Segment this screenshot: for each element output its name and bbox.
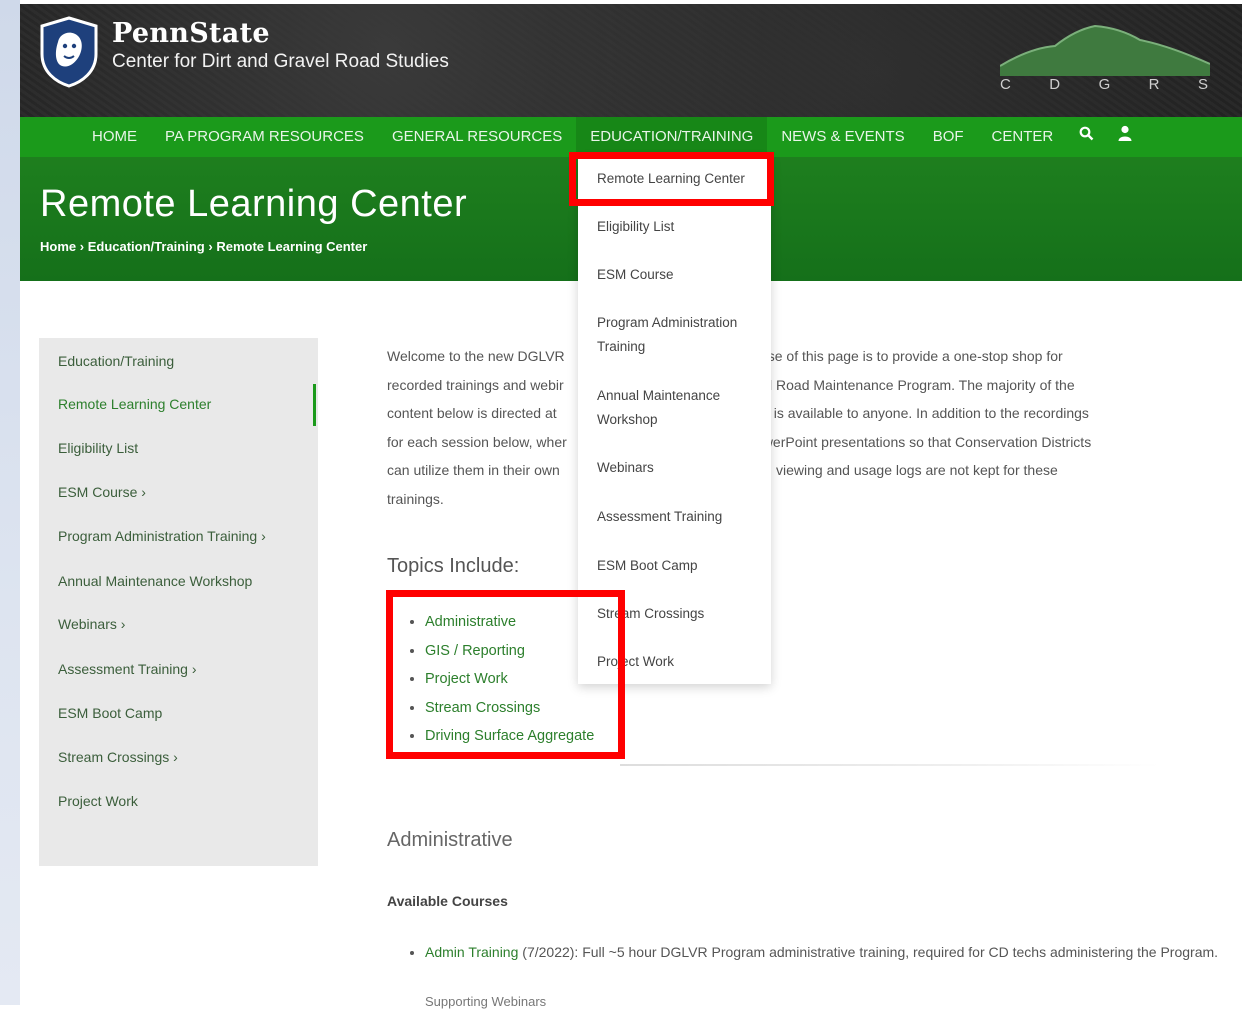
breadcrumb-home[interactable]: Home	[40, 239, 76, 254]
site-header: PennState Center for Dirt and Gravel Roa…	[20, 4, 1242, 117]
intro-line: can utilize them in their own t for now,…	[387, 462, 1058, 478]
intro-line: for each session below, wher the PowerPo…	[387, 433, 1092, 450]
dropdown-item-esm-boot-camp[interactable]: ESM Boot Camp	[597, 554, 698, 578]
dropdown-item-assessment-training[interactable]: Assessment Training	[597, 505, 722, 529]
breadcrumb-separator: ›	[79, 239, 85, 254]
intro-paragraph: Welcome to the new DGLVR e propose of th…	[387, 342, 1187, 513]
page-title: Remote Learning Center	[40, 183, 468, 225]
brand-name: PennState	[112, 18, 270, 49]
sidebar-item-education-training[interactable]: Education/Training	[58, 353, 174, 369]
highlight-box-remote-learning-center	[569, 152, 774, 206]
sidebar-item-eligibility-list[interactable]: Eligibility List	[58, 440, 138, 456]
cdgrs-letter: S	[1197, 76, 1210, 93]
nav-pa-program-resources[interactable]: PA PROGRAM RESOURCES	[151, 117, 378, 157]
cdgrs-letter: C	[1000, 76, 1013, 93]
sidebar-item-esm-boot-camp[interactable]: ESM Boot Camp	[58, 705, 162, 721]
sidebar-active-indicator	[313, 384, 316, 426]
supporting-webinars-text: Supporting Webinars	[425, 994, 547, 1009]
cdgrs-letter: R	[1148, 76, 1162, 93]
sidebar-item-annual-maintenance-workshop[interactable]: Annual Maintenance Workshop	[58, 573, 252, 589]
breadcrumb-education-training[interactable]: Education/Training	[88, 239, 205, 254]
breadcrumb-current: Remote Learning Center	[216, 239, 368, 254]
sidebar-item-esm-course[interactable]: ESM Course ›	[58, 484, 146, 500]
course-list: Admin Training (7/2022): Full ~5 hour DG…	[407, 939, 1242, 966]
nav-education-training[interactable]: EDUCATION/TRAINING	[576, 117, 768, 157]
dropdown-item-label: Annual Maintenance	[597, 388, 721, 403]
main-nav: HOME PA PROGRAM RESOURCES GENERAL RESOUR…	[20, 117, 1242, 157]
penn-state-shield-logo[interactable]	[38, 16, 100, 88]
administrative-heading: Administrative	[387, 829, 513, 851]
sidebar-item-webinars[interactable]: Webinars ›	[58, 616, 125, 632]
breadcrumb: Home › Education/Training › Remote Learn…	[40, 239, 367, 254]
intro-line: recorded trainings and webir d Gravel Ro…	[387, 376, 1075, 393]
cdgrs-letters: C D G R S	[1000, 76, 1210, 93]
dropdown-item-annual-maintenance-workshop[interactable]: Annual Maintenance Workshop	[597, 384, 720, 432]
course-link-admin-training[interactable]: Admin Training	[425, 944, 518, 960]
course-description: (7/2022): Full ~5 hour DGLVR Program adm…	[518, 944, 1219, 960]
user-icon[interactable]	[1106, 117, 1144, 157]
breadcrumb-separator: ›	[208, 239, 213, 254]
cdgrs-letter: G	[1098, 76, 1113, 93]
mountain-icon	[999, 24, 1211, 76]
sidebar-item-program-administration-training[interactable]: Program Administration Training ›	[58, 528, 266, 544]
intro-line: trainings.	[387, 490, 444, 507]
intro-line: content below is directed at though it i…	[387, 405, 1089, 421]
dropdown-item-label: Training	[597, 339, 646, 354]
sidebar-item-stream-crossings[interactable]: Stream Crossings ›	[58, 749, 178, 765]
cdgrs-logo[interactable]: C D G R S	[999, 18, 1211, 108]
dropdown-item-eligibility-list[interactable]: Eligibility List	[597, 215, 674, 239]
nav-news-events[interactable]: NEWS & EVENTS	[767, 117, 918, 157]
list-item: Admin Training (7/2022): Full ~5 hour DG…	[425, 939, 1242, 966]
nav-center[interactable]: CENTER	[978, 117, 1068, 157]
topics-heading: Topics Include:	[387, 555, 520, 577]
sidebar-item-project-work[interactable]: Project Work	[58, 793, 138, 809]
sidebar-item-remote-learning-center[interactable]: Remote Learning Center	[58, 396, 211, 412]
web-page: PennState Center for Dirt and Gravel Roa…	[20, 0, 1242, 1009]
cdgrs-letter: D	[1049, 76, 1063, 93]
sidebar-menu: Education/Training Remote Learning Cente…	[39, 338, 318, 866]
available-courses-heading: Available Courses	[387, 893, 508, 909]
sidebar-item-assessment-training[interactable]: Assessment Training ›	[58, 661, 197, 677]
desktop-background	[0, 0, 20, 1005]
nav-home[interactable]: HOME	[78, 117, 151, 157]
dropdown-item-label: Workshop	[597, 412, 658, 427]
highlight-box-topics	[386, 590, 625, 759]
dropdown-item-webinars[interactable]: Webinars	[597, 456, 654, 480]
nav-bof[interactable]: BOF	[919, 117, 978, 157]
dropdown-item-program-administration-training[interactable]: Program Administration Training	[597, 311, 737, 359]
search-icon[interactable]	[1067, 117, 1106, 157]
dropdown-item-esm-course[interactable]: ESM Course	[597, 263, 674, 287]
dropdown-item-label: Program Administration	[597, 315, 738, 330]
nav-general-resources[interactable]: GENERAL RESOURCES	[378, 117, 576, 157]
brand-subtitle: Center for Dirt and Gravel Road Studies	[112, 51, 449, 72]
section-divider	[620, 764, 1160, 766]
intro-line: Welcome to the new DGLVR e propose of th…	[387, 348, 1063, 364]
brand[interactable]: PennState Center for Dirt and Gravel Roa…	[112, 18, 449, 73]
